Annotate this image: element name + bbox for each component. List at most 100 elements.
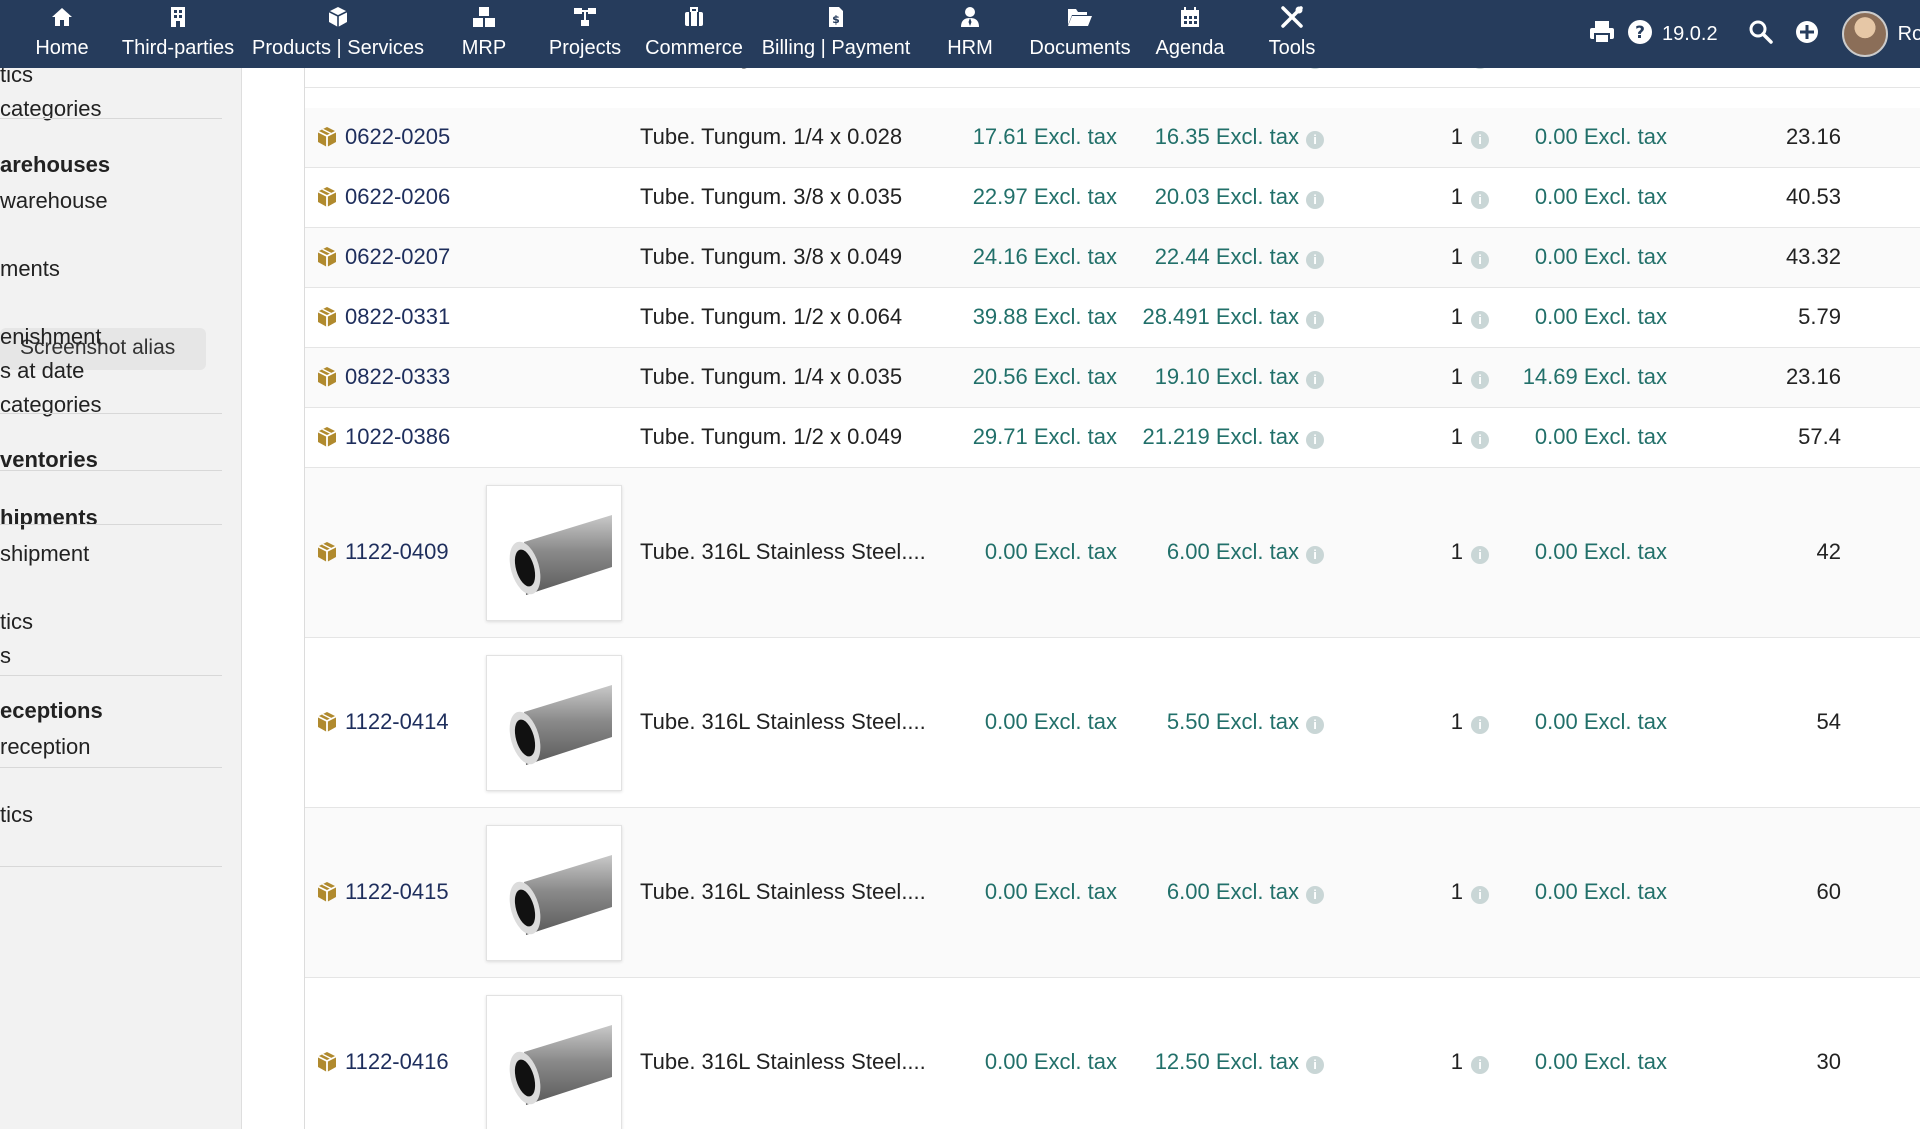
info-icon[interactable]: i xyxy=(1471,191,1489,209)
product-ref-link[interactable]: 0622-0206 xyxy=(315,184,450,210)
sidebar-divider xyxy=(0,413,222,414)
help-icon[interactable]: ? xyxy=(1626,18,1654,51)
sidebar-section-title[interactable]: eceptions xyxy=(0,698,103,724)
product-ref-link[interactable]: 0622-0205 xyxy=(315,124,450,150)
info-icon[interactable]: i xyxy=(1306,546,1324,564)
sidebar-item[interactable]: tics xyxy=(0,609,33,635)
buying-price: 0.00 Excl. tax xyxy=(1534,424,1667,449)
product-box-icon xyxy=(315,710,339,734)
product-ref-link[interactable]: 0822-0331 xyxy=(315,304,450,330)
info-icon[interactable]: i xyxy=(1471,311,1489,329)
top-right-tools: ? 19.0.2 Ro xyxy=(1588,0,1920,68)
user-avatar[interactable] xyxy=(1841,11,1888,57)
info-icon[interactable]: i xyxy=(1471,251,1489,269)
sidebar-section-title[interactable]: arehouses xyxy=(0,152,110,178)
selling-price: 0.00 Excl. tax xyxy=(984,879,1117,904)
min-selling-price: 21.219 Excl. tax xyxy=(1142,424,1299,449)
info-icon[interactable]: i xyxy=(1471,546,1489,564)
table-row: 0822-0333 Tube. Tungum. 1/4 x 0.035 20.56 … xyxy=(305,348,1920,408)
product-ref-link[interactable]: 0622-0207 xyxy=(315,244,450,270)
info-icon[interactable]: i xyxy=(1471,68,1489,69)
info-icon[interactable]: i xyxy=(1471,1056,1489,1074)
info-icon[interactable]: i xyxy=(1471,131,1489,149)
min-selling-price: 12.50 Excl. tax xyxy=(1154,1049,1299,1074)
info-icon[interactable]: i xyxy=(1306,191,1324,209)
sidebar-item[interactable]: ments xyxy=(0,256,60,282)
user-tie-icon xyxy=(960,0,980,30)
table-row: 1122-0414 Tube. 316L Stainless Steel.... 0… xyxy=(305,638,1920,808)
folder-open-icon xyxy=(1067,0,1093,30)
info-icon[interactable]: i xyxy=(1306,371,1324,389)
buying-price: 0.00 Excl. tax xyxy=(1534,304,1667,329)
product-ref-link[interactable]: 0622-0204 xyxy=(315,68,450,70)
product-thumbnail[interactable] xyxy=(486,825,622,961)
purchase-quantity: 1 xyxy=(1451,68,1463,70)
info-icon[interactable]: i xyxy=(1306,431,1324,449)
buying-price: 0.00 Excl. tax xyxy=(1534,184,1667,209)
sidebar-item[interactable]: categories xyxy=(0,392,102,418)
building-icon xyxy=(169,0,187,30)
sidebar-section-title[interactable]: hipments xyxy=(0,505,98,531)
table-row: 1122-0415 Tube. 316L Stainless Steel.... 0… xyxy=(305,808,1920,978)
min-selling-price: 6.00 Excl. tax xyxy=(1166,879,1299,904)
sidebar-item[interactable]: tics xyxy=(0,68,33,88)
product-ref-link[interactable]: 1122-0415 xyxy=(315,879,449,905)
product-label: Tube. Tungum. 1/8 x 0.028 xyxy=(640,68,902,70)
product-ref-text: 1022-0386 xyxy=(345,424,451,449)
product-thumbnail[interactable] xyxy=(486,995,622,1129)
info-icon[interactable]: i xyxy=(1306,131,1324,149)
print-icon[interactable] xyxy=(1588,19,1616,50)
search-icon[interactable] xyxy=(1748,19,1774,50)
physical-stock: 23.16 xyxy=(1785,364,1841,389)
info-icon[interactable]: i xyxy=(1306,1056,1324,1074)
product-thumbnail[interactable] xyxy=(486,655,622,791)
product-ref-link[interactable]: 1022-0386 xyxy=(315,424,450,450)
sidebar-item[interactable]: s at date xyxy=(0,358,84,384)
user-name[interactable]: Ro xyxy=(1898,23,1920,46)
info-icon[interactable]: i xyxy=(1471,716,1489,734)
product-thumbnail[interactable] xyxy=(486,485,622,621)
table-row: 1122-0409 Tube. 316L Stainless Steel.... 0… xyxy=(305,468,1920,638)
product-ref-link[interactable]: 1122-0409 xyxy=(315,539,449,565)
sidebar-item[interactable]: s xyxy=(0,643,11,669)
product-ref-text: 1122-0409 xyxy=(345,539,449,564)
min-selling-price: 5.50 Excl. tax xyxy=(1166,709,1299,734)
info-icon[interactable]: i xyxy=(1306,251,1324,269)
info-icon[interactable]: i xyxy=(1306,68,1324,69)
sidebar-item[interactable]: shipment xyxy=(0,541,89,567)
info-icon[interactable]: i xyxy=(1471,431,1489,449)
sidebar-item[interactable]: reception xyxy=(0,734,91,760)
nav-item-third-parties[interactable]: Third-parties xyxy=(88,0,268,68)
product-box-icon xyxy=(315,245,339,269)
nav-item-label: Home xyxy=(35,37,89,59)
buying-price: 0.00 Excl. tax xyxy=(1534,244,1667,269)
info-icon[interactable]: i xyxy=(1306,311,1324,329)
physical-stock: 43.32 xyxy=(1785,244,1841,269)
product-label: Tube. 316L Stainless Steel.... xyxy=(640,1049,926,1074)
sidebar-divider xyxy=(0,675,222,676)
nav-item-tools[interactable]: Tools xyxy=(1202,0,1382,68)
min-selling-price: 19.10 Excl. tax xyxy=(1154,364,1299,389)
product-ref-link[interactable]: 1122-0414 xyxy=(315,709,449,735)
buying-price: 0.00 Excl. tax xyxy=(1534,1049,1667,1074)
table-row: 0622-0207 Tube. Tungum. 3/8 x 0.049 24.16 … xyxy=(305,228,1920,288)
sidebar-item[interactable]: tics xyxy=(0,802,33,828)
min-selling-price: 16.35 Excl. tax xyxy=(1154,124,1299,149)
add-icon[interactable] xyxy=(1794,19,1820,50)
info-icon[interactable]: i xyxy=(1471,886,1489,904)
info-icon[interactable]: i xyxy=(1306,886,1324,904)
product-label: Tube. 316L Stainless Steel.... xyxy=(640,539,926,564)
selling-price: 0.00 Excl. tax xyxy=(984,1049,1117,1074)
info-icon[interactable]: i xyxy=(1306,716,1324,734)
product-ref-link[interactable]: 0822-0333 xyxy=(315,364,450,390)
product-list-table: 0622-0204 Tube. Tungum. 1/8 x 0.028 10.86 … xyxy=(304,68,1920,1129)
sidebar-item[interactable]: warehouse xyxy=(0,188,108,214)
sidebar-item[interactable]: enishment xyxy=(0,324,102,350)
info-icon[interactable]: i xyxy=(1471,371,1489,389)
product-ref-link[interactable]: 1122-0416 xyxy=(315,1049,449,1075)
nav-item-label: Tools xyxy=(1268,37,1316,59)
physical-stock: 60 xyxy=(1816,879,1841,904)
table-row: 0822-0331 Tube. Tungum. 1/2 x 0.064 39.88 … xyxy=(305,288,1920,348)
cubes-icon xyxy=(472,0,496,30)
product-label: Tube. Tungum. 3/8 x 0.049 xyxy=(640,244,903,269)
